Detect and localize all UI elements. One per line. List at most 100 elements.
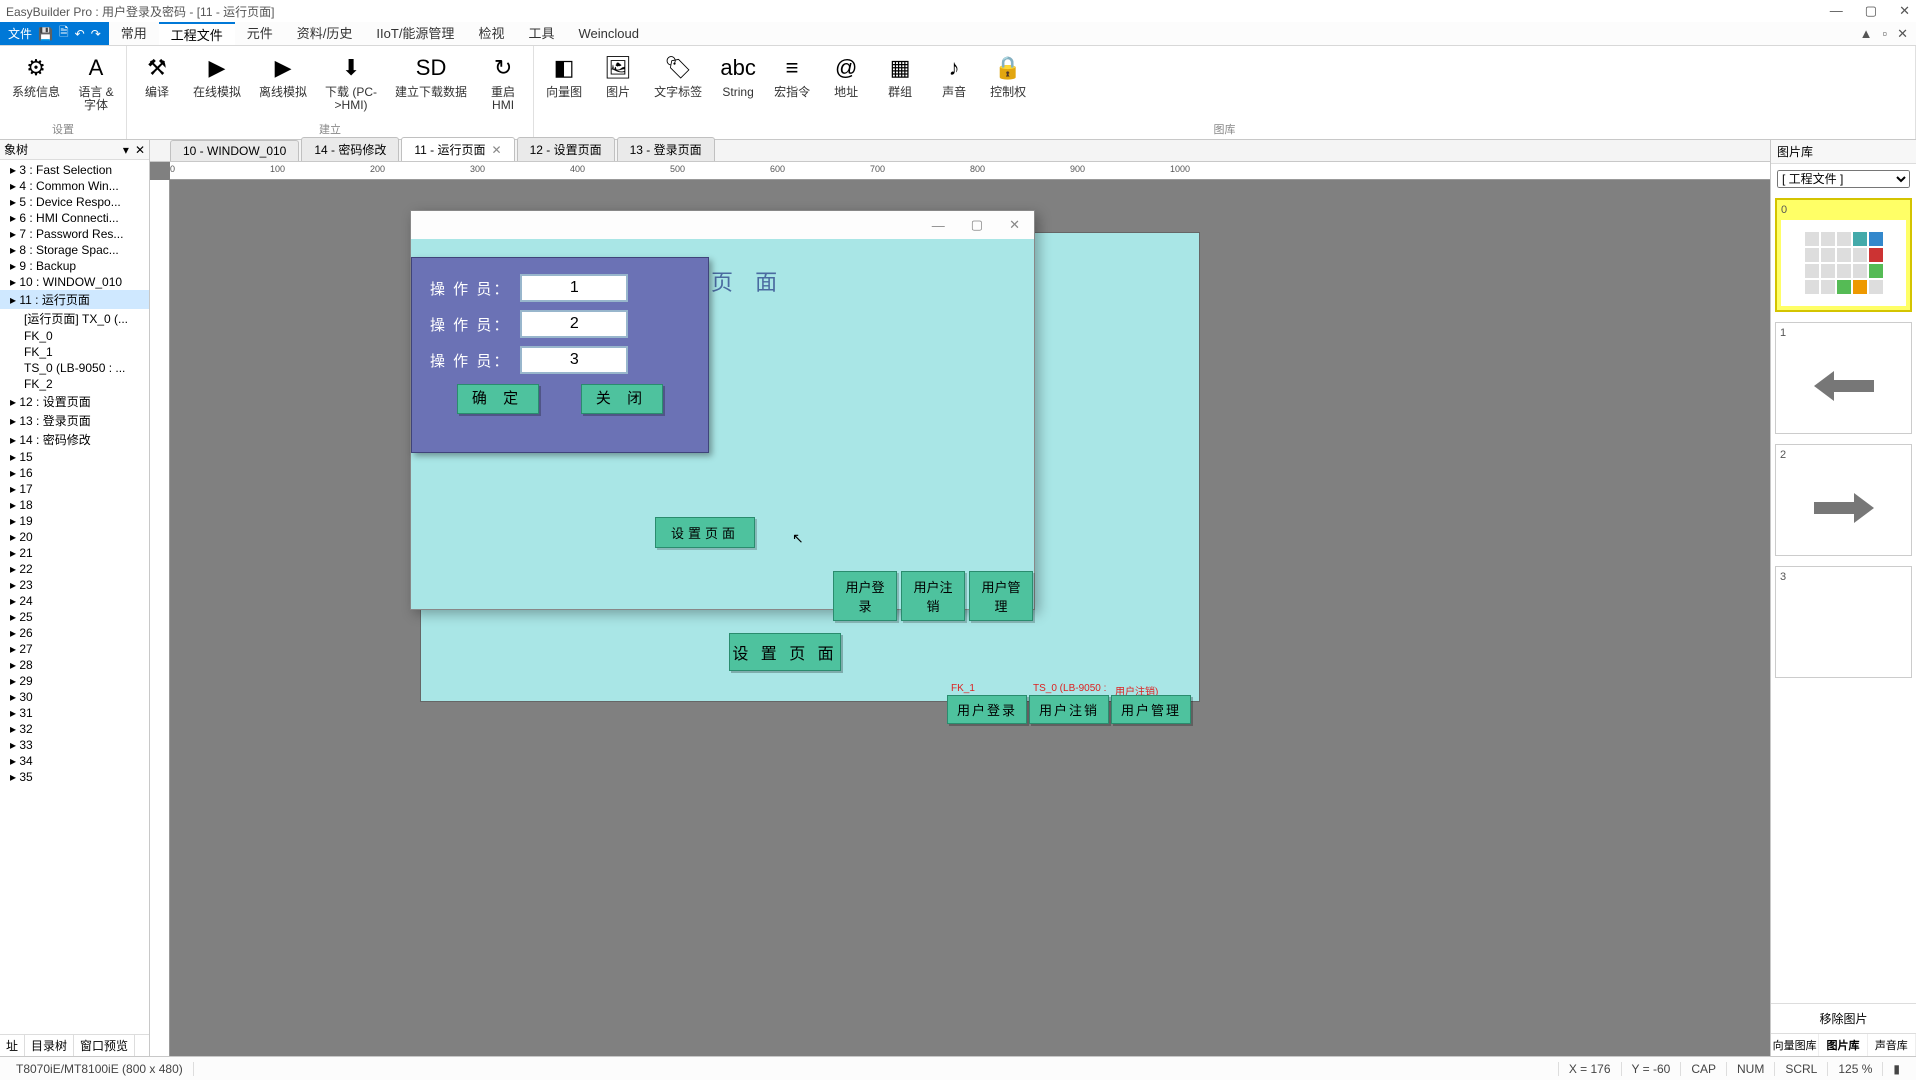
tree-node[interactable]: ▸ 30 (0, 689, 149, 705)
qat-undo-icon[interactable]: ↶ (75, 27, 85, 41)
left-pane-close-icon[interactable]: ✕ (135, 143, 145, 157)
status-slider-icon[interactable]: ▮ (1882, 1062, 1910, 1076)
tree-node[interactable]: ▸ 34 (0, 753, 149, 769)
tree-node[interactable]: ▸ 25 (0, 609, 149, 625)
operator-panel[interactable]: 操 作 员： 1 操 作 员： 2 操 作 员： 3 确 定 (411, 257, 709, 453)
tree-node[interactable]: ▸ 33 (0, 737, 149, 753)
float-button-logout[interactable]: 用户注销 (901, 571, 965, 621)
ribbon-button[interactable]: ◧向量图 (542, 50, 586, 119)
float-button-settings[interactable]: 设置页面 (655, 517, 755, 548)
ribbon-close-icon[interactable]: ✕ (1897, 26, 1908, 42)
qat-redo-icon[interactable]: ↷ (91, 27, 101, 41)
tree-node[interactable]: ▸ 26 (0, 625, 149, 641)
tree-node[interactable]: ▸ 8 : Storage Spac... (0, 242, 149, 258)
ribbon-button[interactable]: ▶离线模拟 (255, 50, 311, 119)
ribbon-collapse-icon[interactable]: ▲ (1860, 26, 1873, 41)
tree-node[interactable]: ▸ 12 : 设置页面 (0, 392, 149, 411)
close-button[interactable]: ✕ (1899, 3, 1910, 19)
ribbon-restore-icon[interactable]: ▫ (1882, 26, 1887, 41)
tree-node[interactable]: ▸ 22 (0, 561, 149, 577)
thumbnail-3[interactable]: 3 (1775, 566, 1912, 678)
thumbnail-1[interactable]: 1 (1775, 322, 1912, 434)
operator-input-3[interactable]: 3 (520, 346, 628, 374)
hmi-button-login[interactable]: 用户登录 (947, 695, 1027, 724)
hmi-button-logout[interactable]: 用户注销 (1029, 695, 1109, 724)
tree-node[interactable]: ▸ 18 (0, 497, 149, 513)
tree-node[interactable]: FK_0 (0, 328, 149, 344)
menu-tab[interactable]: 检视 (466, 22, 516, 45)
ribbon-button[interactable]: ♪声音 (932, 50, 976, 119)
tree-node[interactable]: ▸ 32 (0, 721, 149, 737)
tree-node[interactable]: ▸ 21 (0, 545, 149, 561)
tree-node[interactable]: ▸ 16 (0, 465, 149, 481)
tree-node[interactable]: ▸ 10 : WINDOW_010 (0, 274, 149, 290)
tree-node[interactable]: ▸ 11 : 运行页面 (0, 290, 149, 309)
float-button-manage[interactable]: 用户管理 (969, 571, 1033, 621)
tree-node[interactable]: ▸ 27 (0, 641, 149, 657)
ribbon-button[interactable]: 🏷文字标签 (650, 50, 706, 119)
left-tab-tree[interactable]: 目录树 (25, 1035, 74, 1056)
tree-node[interactable]: FK_1 (0, 344, 149, 360)
file-menu[interactable]: 文件 (8, 25, 32, 42)
float-close-icon[interactable]: ✕ (1009, 217, 1020, 233)
tree-node[interactable]: FK_2 (0, 376, 149, 392)
ribbon-button[interactable]: ⬇下载 (PC- >HMI) (321, 50, 381, 119)
float-window[interactable]: — ▢ ✕ 页 面 操 作 员： 1 操 作 员： 2 (410, 210, 1035, 610)
tree-node[interactable]: ▸ 7 : Password Res... (0, 226, 149, 242)
maximize-button[interactable]: ▢ (1865, 3, 1877, 19)
tree-node[interactable]: ▸ 15 (0, 449, 149, 465)
tree-node[interactable]: ▸ 9 : Backup (0, 258, 149, 274)
ribbon-button[interactable]: ≡宏指令 (770, 50, 814, 119)
minimize-button[interactable]: — (1830, 3, 1843, 19)
menu-tab[interactable]: IIoT/能源管理 (364, 22, 466, 45)
canvas-outer[interactable]: 设 置 页 面 FK_1 TS_0 (LB-9050 : 用户注销) 用户登录 … (170, 180, 1770, 1056)
status-zoom[interactable]: 125 % (1827, 1062, 1882, 1076)
tab-close-icon[interactable]: ✕ (492, 143, 502, 157)
float-minimize-icon[interactable]: — (932, 218, 945, 233)
thumbnail-list[interactable]: 0 1 2 (1771, 194, 1916, 1003)
tree-node[interactable]: ▸ 4 : Common Win... (0, 178, 149, 194)
thumbnail-2[interactable]: 2 (1775, 444, 1912, 556)
operator-input-1[interactable]: 1 (520, 274, 628, 302)
document-tab[interactable]: 12 - 设置页面 (517, 137, 615, 161)
left-pane-dropdown-icon[interactable]: ▾ (123, 143, 129, 157)
tree-node[interactable]: ▸ 35 (0, 769, 149, 785)
ribbon-button[interactable]: A语言 & 字体 (74, 50, 118, 119)
right-tab-vector[interactable]: 向量图库 (1771, 1034, 1819, 1056)
hmi-button-manage[interactable]: 用户管理 (1111, 695, 1191, 724)
menu-tab[interactable]: 常用 (109, 22, 159, 45)
tree-node[interactable]: ▸ 31 (0, 705, 149, 721)
right-tab-image[interactable]: 图片库 (1819, 1034, 1867, 1056)
document-tab[interactable]: 13 - 登录页面 (617, 137, 715, 161)
ribbon-button[interactable]: ▦群组 (878, 50, 922, 119)
qat-save-all-icon[interactable]: 🗎 (59, 23, 69, 44)
tree-node[interactable]: ▸ 14 : 密码修改 (0, 430, 149, 449)
close-button[interactable]: 关 闭 (581, 384, 663, 414)
hmi-button-settings[interactable]: 设 置 页 面 (729, 633, 841, 671)
tree-node[interactable]: ▸ 29 (0, 673, 149, 689)
menu-tab[interactable]: 资料/历史 (285, 22, 365, 45)
document-tab[interactable]: 14 - 密码修改 (301, 137, 399, 161)
right-tab-sound[interactable]: 声音库 (1868, 1034, 1916, 1056)
tree-node[interactable]: ▸ 20 (0, 529, 149, 545)
ribbon-button[interactable]: @地址 (824, 50, 868, 119)
left-tab-preview[interactable]: 窗口预览 (74, 1035, 135, 1056)
tree-node[interactable]: ▸ 17 (0, 481, 149, 497)
document-tab[interactable]: 10 - WINDOW_010 (170, 140, 299, 161)
tree-node[interactable]: ▸ 13 : 登录页面 (0, 411, 149, 430)
tree-node[interactable]: ▸ 24 (0, 593, 149, 609)
tree-node[interactable]: ▸ 5 : Device Respo... (0, 194, 149, 210)
ribbon-button[interactable]: ⚒编译 (135, 50, 179, 119)
tree-node[interactable]: ▸ 6 : HMI Connecti... (0, 210, 149, 226)
operator-input-2[interactable]: 2 (520, 310, 628, 338)
ribbon-button[interactable]: ▶在线模拟 (189, 50, 245, 119)
ok-button[interactable]: 确 定 (457, 384, 539, 414)
menu-tab[interactable]: 工具 (516, 22, 566, 45)
menu-tab[interactable]: 元件 (235, 22, 285, 45)
ribbon-button[interactable]: abcString (716, 50, 760, 119)
tree-node[interactable]: ▸ 28 (0, 657, 149, 673)
ribbon-button[interactable]: 🖼图片 (596, 50, 640, 119)
tree-node[interactable]: ▸ 3 : Fast Selection (0, 162, 149, 178)
left-tab-address[interactable]: 址 (0, 1035, 25, 1056)
window-tree[interactable]: ▸ 3 : Fast Selection▸ 4 : Common Win...▸… (0, 160, 149, 1034)
